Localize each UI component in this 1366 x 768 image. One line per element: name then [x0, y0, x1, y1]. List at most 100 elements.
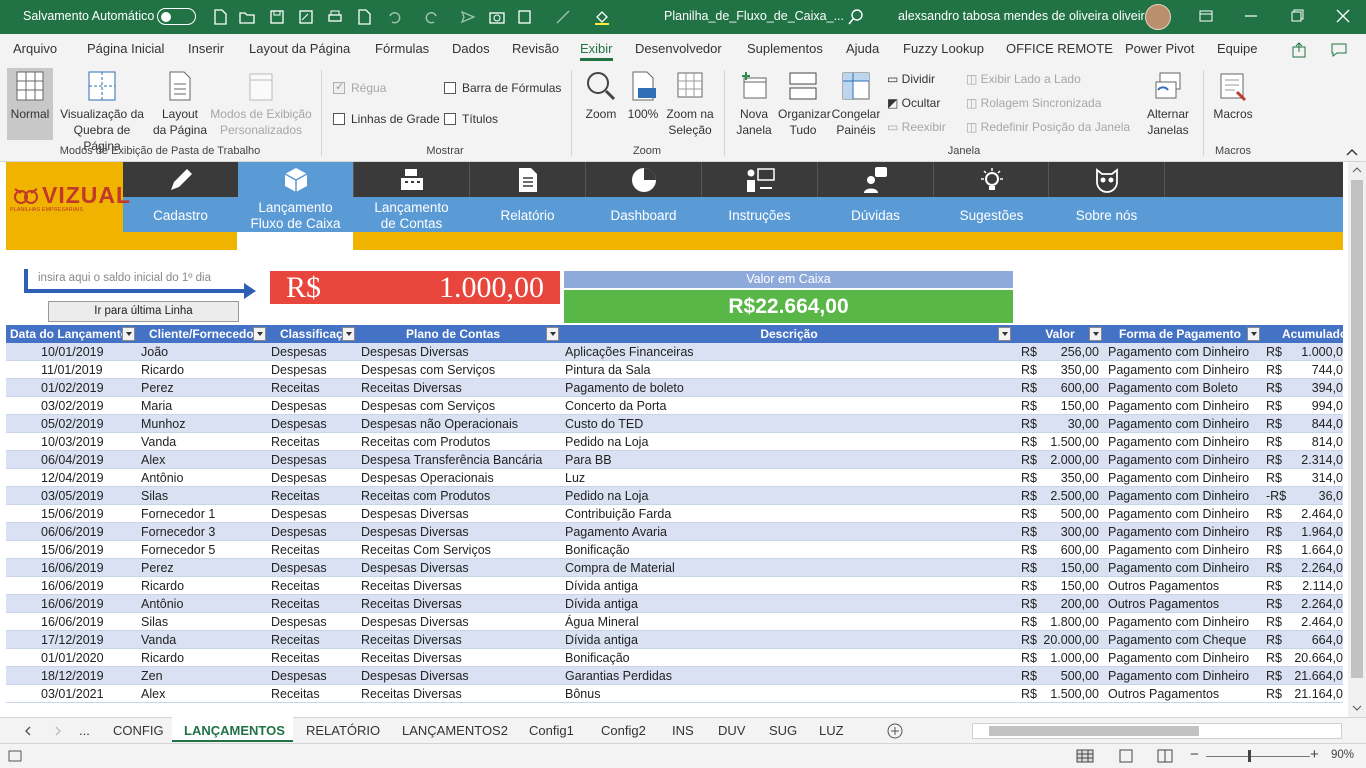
table-cell[interactable]: Receitas Diversas [361, 631, 565, 649]
table-cell[interactable]: 01/02/2019 [41, 379, 131, 397]
sheet-tab-more[interactable]: ... [79, 723, 90, 738]
table-row[interactable]: 01/02/2019 Perez Receitas Receitas Diversas… [6, 379, 1343, 397]
table-cell[interactable]: Pagamento com Dinheiro [1108, 469, 1268, 487]
table-row[interactable]: 16/06/2019 Ricardo Receitas Receitas Divers… [6, 577, 1343, 595]
table-cell[interactable]: 394,0 [1286, 379, 1343, 397]
unhide-button[interactable]: ▭ Reexibir [887, 120, 946, 134]
sheet-tab-relatorio[interactable]: RELATÓRIO [306, 723, 380, 738]
sheet-tab-lancamentos[interactable]: LANÇAMENTOS [184, 723, 285, 738]
table-cell[interactable]: Receitas Diversas [361, 379, 565, 397]
sheet-tab-duv[interactable]: DUV [718, 723, 745, 738]
send-icon[interactable] [459, 8, 477, 26]
table-cell[interactable]: 256,00 [1036, 343, 1099, 361]
share-icon[interactable] [1289, 41, 1309, 59]
sheet-tab-config1[interactable]: Config1 [529, 723, 574, 738]
tab-equipe[interactable]: Equipe [1217, 41, 1257, 56]
restore-icon[interactable] [1287, 6, 1307, 26]
zoom-100-button[interactable]: 100% [624, 70, 662, 122]
table-cell[interactable]: Ricardo [141, 577, 269, 595]
table-cell[interactable]: Pagamento com Dinheiro [1108, 523, 1268, 541]
filter-button-classificacao[interactable] [342, 327, 355, 341]
table-cell[interactable]: Silas [141, 613, 269, 631]
table-cell[interactable]: Receitas [271, 487, 359, 505]
table-cell[interactable]: 10/03/2019 [41, 433, 131, 451]
table-cell[interactable]: Fornecedor 1 [141, 505, 269, 523]
table-cell[interactable]: Fornecedor 5 [141, 541, 269, 559]
table-cell[interactable]: Pagamento com Dinheiro [1108, 559, 1268, 577]
table-cell[interactable]: Outros Pagamentos [1108, 577, 1268, 595]
filter-button-cliente[interactable] [253, 327, 266, 341]
table-cell[interactable]: Compra de Material [565, 559, 1015, 577]
sheet-tab-luz[interactable]: LUZ [819, 723, 844, 738]
table-cell[interactable]: Pagamento com Dinheiro [1108, 343, 1268, 361]
table-cell[interactable]: Pagamento Avaria [565, 523, 1015, 541]
table-cell[interactable]: Receitas Com Serviços [361, 541, 565, 559]
table-cell[interactable]: Despesas com Serviços [361, 361, 565, 379]
table-row[interactable]: 16/06/2019 Antônio Receitas Receitas Divers… [6, 595, 1343, 613]
table-cell[interactable]: Despesas Diversas [361, 523, 565, 541]
side-by-side-button[interactable]: ◫ Exibir Lado a Lado [966, 72, 1081, 86]
tab-next-icon[interactable] [52, 725, 64, 737]
table-cell[interactable]: Receitas [271, 433, 359, 451]
table-cell[interactable]: Receitas [271, 379, 359, 397]
table-cell[interactable]: Para BB [565, 451, 1015, 469]
zoom-slider[interactable] [1206, 756, 1310, 757]
formula-bar-checkbox[interactable]: Barra de Fórmulas [444, 81, 561, 95]
table-cell[interactable]: Custo do TED [565, 415, 1015, 433]
table-cell[interactable]: 314,0 [1286, 469, 1343, 487]
undo-icon[interactable] [385, 8, 403, 26]
table-cell[interactable]: Bônus [565, 685, 1015, 703]
table-cell[interactable]: 2.000,00 [1036, 451, 1099, 469]
gridlines-checkbox[interactable]: Linhas de Grade [333, 112, 440, 126]
table-cell[interactable]: Aplicações Financeiras [565, 343, 1015, 361]
table-row[interactable]: 10/03/2019 Vanda Receitas Receitas com Prod… [6, 433, 1343, 451]
freeze-panes-button[interactable]: Congelar Painéis [830, 70, 882, 138]
table-cell[interactable]: 2.264,0 [1286, 559, 1343, 577]
table-row[interactable]: 18/12/2019 Zen Despesas Despesas Diversas Ga… [6, 667, 1343, 685]
table-cell[interactable]: 06/04/2019 [41, 451, 131, 469]
table-cell[interactable]: Despesas [271, 469, 359, 487]
zoom-out-button[interactable]: − [1190, 746, 1199, 763]
table-cell[interactable]: Pedido na Loja [565, 433, 1015, 451]
tab-pagina-inicial[interactable]: Página Inicial [87, 41, 164, 56]
scroll-up-icon[interactable] [1351, 164, 1363, 176]
tab-fuzzy-lookup[interactable]: Fuzzy Lookup [903, 41, 984, 56]
horizontal-scrollbar[interactable] [972, 723, 1342, 739]
vertical-scrollbar[interactable] [1348, 162, 1366, 717]
table-cell[interactable]: 03/05/2019 [41, 487, 131, 505]
table-cell[interactable]: Despesas [271, 613, 359, 631]
table-cell[interactable]: Dívida antiga [565, 631, 1015, 649]
ruler-checkbox[interactable]: Régua [333, 80, 386, 95]
table-row[interactable]: 10/01/2019 João Despesas Despesas Diversas A… [6, 343, 1343, 361]
table-cell[interactable]: 30,00 [1036, 415, 1099, 433]
table-cell[interactable]: Vanda [141, 631, 269, 649]
table-cell[interactable]: 21.164,0 [1286, 685, 1343, 703]
tab-power-pivot[interactable]: Power Pivot [1125, 41, 1194, 56]
filter-button-descricao[interactable] [998, 327, 1011, 341]
page-break-preview-icon[interactable] [1157, 749, 1173, 763]
camera-icon[interactable] [488, 8, 506, 26]
table-cell[interactable]: 1.000,0 [1286, 343, 1343, 361]
switch-windows-button[interactable]: Alternar Janelas [1140, 70, 1196, 138]
vertical-scroll-thumb[interactable] [1351, 180, 1363, 678]
table-cell[interactable]: Alex [141, 685, 269, 703]
table-cell[interactable]: Pagamento com Dinheiro [1108, 541, 1268, 559]
table-row[interactable]: 06/04/2019 Alex Despesas Despesa Transferên… [6, 451, 1343, 469]
table-cell[interactable]: Outros Pagamentos [1108, 595, 1268, 613]
table-cell[interactable]: 11/01/2019 [41, 361, 131, 379]
table-cell[interactable]: 664,0 [1286, 631, 1343, 649]
table-row[interactable]: 06/06/2019 Fornecedor 3 Despesas Despesas D… [6, 523, 1343, 541]
menu-instrucoes[interactable]: Instruções [702, 162, 817, 232]
table-cell[interactable]: 600,00 [1036, 379, 1099, 397]
table-row[interactable]: 11/01/2019 Ricardo Despesas Despesas com Se… [6, 361, 1343, 379]
table-cell[interactable]: 05/02/2019 [41, 415, 131, 433]
menu-sobre-nos[interactable]: Sobre nós [1049, 162, 1164, 232]
table-cell[interactable]: Despesas Diversas [361, 667, 565, 685]
minimize-icon[interactable] [1241, 6, 1261, 26]
table-cell[interactable]: Despesas [271, 505, 359, 523]
table-cell[interactable]: 2.464,0 [1286, 613, 1343, 631]
table-cell[interactable]: Receitas [271, 577, 359, 595]
close-icon[interactable] [1333, 6, 1353, 26]
table-cell[interactable]: 350,00 [1036, 469, 1099, 487]
table-cell[interactable]: 1.664,0 [1286, 541, 1343, 559]
